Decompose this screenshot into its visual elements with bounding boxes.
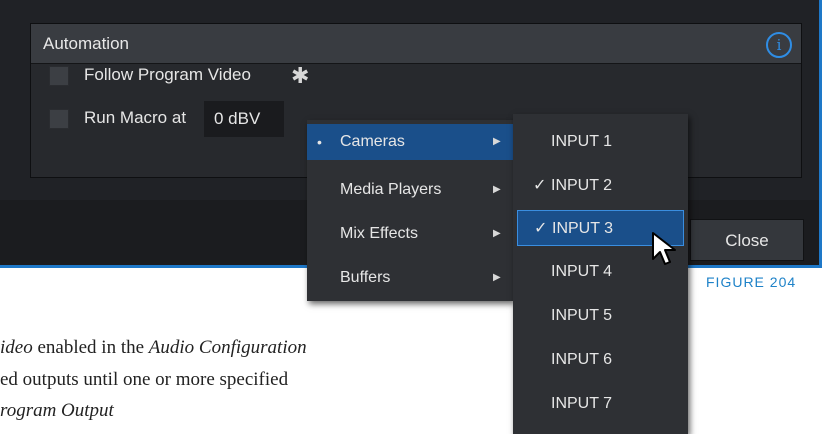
body-text-line-3: rogram Output: [0, 400, 114, 422]
body-text: enabled in the: [32, 337, 149, 358]
check-icon: ✓: [534, 220, 548, 237]
close-button[interactable]: Close: [690, 219, 804, 261]
source-category-menu: • Cameras ▶ Media Players ▶ Mix Effects …: [307, 120, 513, 301]
menu-item-label: INPUT 7: [551, 395, 613, 412]
menu-item-label: Media Players: [340, 181, 442, 198]
check-icon: ✓: [533, 177, 547, 194]
run-macro-label: Run Macro at: [84, 108, 187, 127]
camera-inputs-submenu: INPUT 1 ✓ INPUT 2 ✓ INPUT 3 INPUT 4 INPU…: [513, 114, 688, 434]
menu-item-input-1[interactable]: INPUT 1: [513, 124, 688, 160]
menu-item-input-6[interactable]: INPUT 6: [513, 342, 688, 378]
menu-item-cameras[interactable]: • Cameras ▶: [307, 124, 513, 160]
menu-item-label: INPUT 6: [551, 351, 613, 368]
body-text-line-2: ed outputs until one or more specified: [0, 369, 289, 390]
body-italic: rogram Output: [0, 400, 114, 421]
menu-item-media-players[interactable]: Media Players ▶: [307, 172, 513, 208]
follow-program-video-label: Follow Program Video: [84, 65, 251, 84]
run-macro-checkbox[interactable]: [49, 109, 69, 129]
menu-item-label: INPUT 5: [551, 307, 613, 324]
submenu-arrow-icon: ▶: [493, 184, 501, 195]
menu-item-input-7[interactable]: INPUT 7: [513, 386, 688, 422]
submenu-arrow-icon: ▶: [493, 228, 501, 239]
body-text-line-1: ideo enabled in the Audio Configuration: [0, 337, 307, 359]
info-icon[interactable]: i: [766, 32, 792, 58]
submenu-arrow-icon: ▶: [493, 272, 501, 283]
body-italic: ideo: [0, 337, 33, 358]
submenu-arrow-icon: ▶: [493, 136, 501, 147]
menu-item-label: INPUT 2: [551, 177, 613, 194]
body-italic: Audio Configuration: [148, 337, 307, 358]
menu-item-label: Mix Effects: [340, 225, 418, 242]
mouse-pointer-icon: [652, 232, 676, 265]
menu-item-label: Buffers: [340, 269, 391, 286]
dbv-level-field[interactable]: 0 dBV: [204, 101, 284, 137]
selected-bullet-icon: •: [317, 134, 322, 150]
menu-item-label: Cameras: [340, 133, 405, 150]
menu-item-label: INPUT 1: [551, 133, 613, 150]
follow-program-video-checkbox[interactable]: [49, 66, 69, 86]
menu-item-label: INPUT 3: [552, 220, 614, 237]
menu-item-input-2[interactable]: ✓ INPUT 2: [513, 168, 688, 204]
menu-item-mix-effects[interactable]: Mix Effects ▶: [307, 216, 513, 252]
menu-item-input-5[interactable]: INPUT 5: [513, 298, 688, 334]
panel-title: Automation: [43, 34, 129, 53]
figure-caption: FIGURE 204: [706, 274, 797, 290]
automation-panel-header: Automation i: [31, 24, 801, 64]
menu-item-buffers[interactable]: Buffers ▶: [307, 260, 513, 296]
gear-icon[interactable]: ✱: [291, 65, 309, 87]
menu-item-label: INPUT 4: [551, 263, 613, 280]
